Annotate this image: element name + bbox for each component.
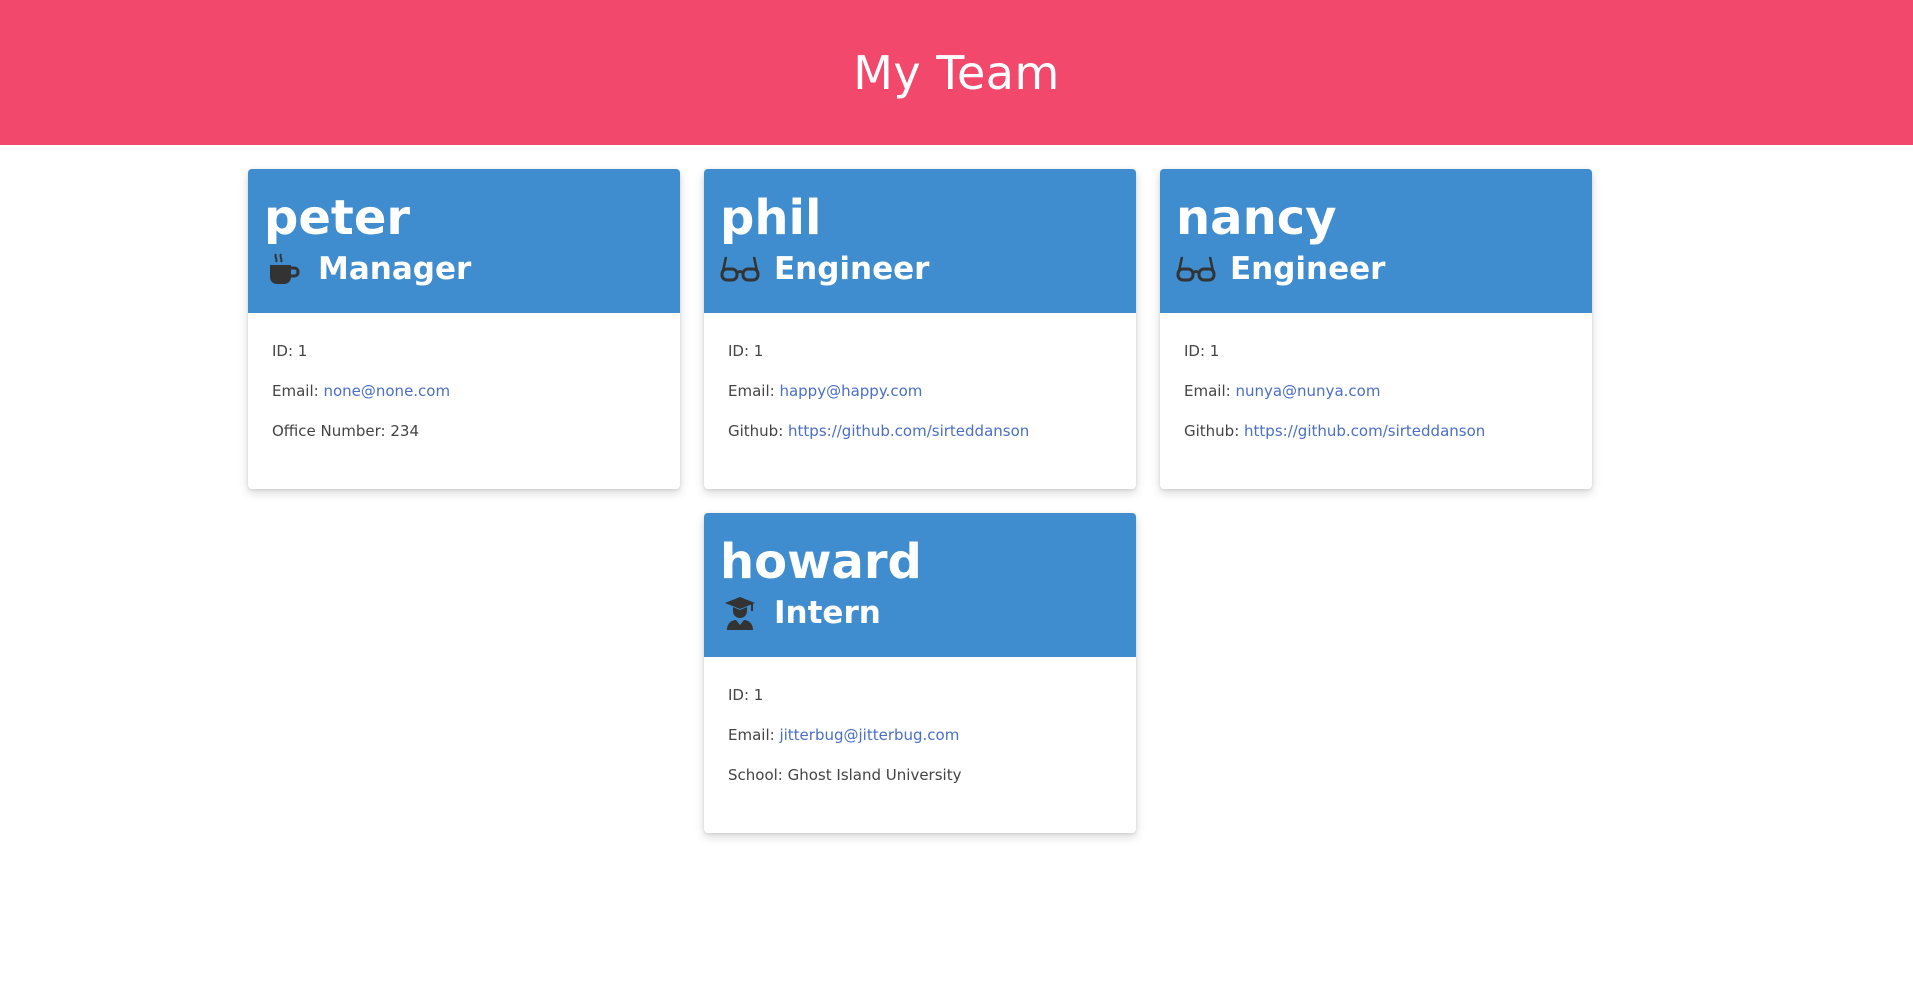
email-row: Email: jitterbug@jitterbug.com (728, 725, 1112, 765)
role-label: Manager (318, 251, 472, 287)
card-body: ID: 1 Email: nunya@nunya.com Github: htt… (1160, 313, 1592, 461)
employee-card-nancy: nancy Engineer ID: 1 Email: nunya@nunya.… (1160, 169, 1592, 489)
employee-card-peter: peter Manager ID: 1 Email: none@none.com… (248, 169, 680, 489)
employee-card-howard: howard Intern ID: 1 Email: jitterbug@jit… (704, 513, 1136, 833)
github-label: Github: (1184, 422, 1245, 440)
office-number-value: 234 (390, 422, 420, 440)
glasses-icon (1176, 249, 1216, 289)
team-cards: peter Manager ID: 1 Email: none@none.com… (0, 145, 1913, 988)
card-header: phil Engineer (704, 169, 1136, 313)
page-header: My Team (0, 0, 1913, 145)
id-value: 1 (753, 342, 764, 360)
role-label: Engineer (774, 251, 930, 287)
card-header: nancy Engineer (1160, 169, 1592, 313)
role-label: Intern (774, 595, 881, 631)
email-row: Email: happy@happy.com (728, 381, 1112, 421)
github-row: Github: https://github.com/sirteddanson (1184, 421, 1568, 461)
id-row: ID: 1 (728, 341, 1112, 381)
role-row: Intern (720, 593, 1120, 633)
github-row: Github: https://github.com/sirteddanson (728, 421, 1112, 461)
office-number-row: Office Number: 234 (272, 421, 656, 461)
role-row: Engineer (1176, 249, 1576, 289)
card-body: ID: 1 Email: none@none.com Office Number… (248, 313, 680, 461)
employee-card-phil: phil Engineer ID: 1 Email: happy@happy.c… (704, 169, 1136, 489)
school-label: School: (728, 766, 788, 784)
github-label: Github: (728, 422, 789, 440)
id-row: ID: 1 (1184, 341, 1568, 381)
glasses-icon (720, 249, 760, 289)
page-title: My Team (853, 45, 1060, 100)
id-label: ID: (272, 342, 298, 360)
role-label: Engineer (1230, 251, 1386, 287)
id-value: 1 (1209, 342, 1220, 360)
email-label: Email: (728, 382, 780, 400)
employee-name: nancy (1176, 190, 1337, 246)
id-row: ID: 1 (728, 685, 1112, 725)
email-link[interactable]: jitterbug@jitterbug.com (779, 726, 959, 744)
email-link[interactable]: nunya@nunya.com (1235, 382, 1380, 400)
email-row: Email: nunya@nunya.com (1184, 381, 1568, 421)
card-body: ID: 1 Email: jitterbug@jitterbug.com Sch… (704, 657, 1136, 805)
github-link[interactable]: https://github.com/sirteddanson (788, 422, 1029, 440)
id-row: ID: 1 (272, 341, 656, 381)
id-label: ID: (728, 342, 754, 360)
id-label: ID: (728, 686, 754, 704)
email-link[interactable]: happy@happy.com (779, 382, 922, 400)
employee-name: peter (264, 190, 411, 246)
employee-name: phil (720, 190, 822, 246)
email-label: Email: (272, 382, 324, 400)
school-value: Ghost Island University (787, 766, 962, 784)
card-header: howard Intern (704, 513, 1136, 657)
card-header: peter Manager (248, 169, 680, 313)
id-value: 1 (297, 342, 308, 360)
role-row: Engineer (720, 249, 1120, 289)
email-label: Email: (1184, 382, 1236, 400)
email-label: Email: (728, 726, 780, 744)
id-value: 1 (753, 686, 764, 704)
id-label: ID: (1184, 342, 1210, 360)
office-number-label: Office Number: (272, 422, 391, 440)
coffee-icon (264, 249, 304, 289)
email-link[interactable]: none@none.com (323, 382, 450, 400)
employee-name: howard (720, 534, 922, 590)
graduate-icon (720, 593, 760, 633)
role-row: Manager (264, 249, 664, 289)
github-link[interactable]: https://github.com/sirteddanson (1244, 422, 1485, 440)
email-row: Email: none@none.com (272, 381, 656, 421)
school-row: School: Ghost Island University (728, 765, 1112, 805)
card-body: ID: 1 Email: happy@happy.com Github: htt… (704, 313, 1136, 461)
